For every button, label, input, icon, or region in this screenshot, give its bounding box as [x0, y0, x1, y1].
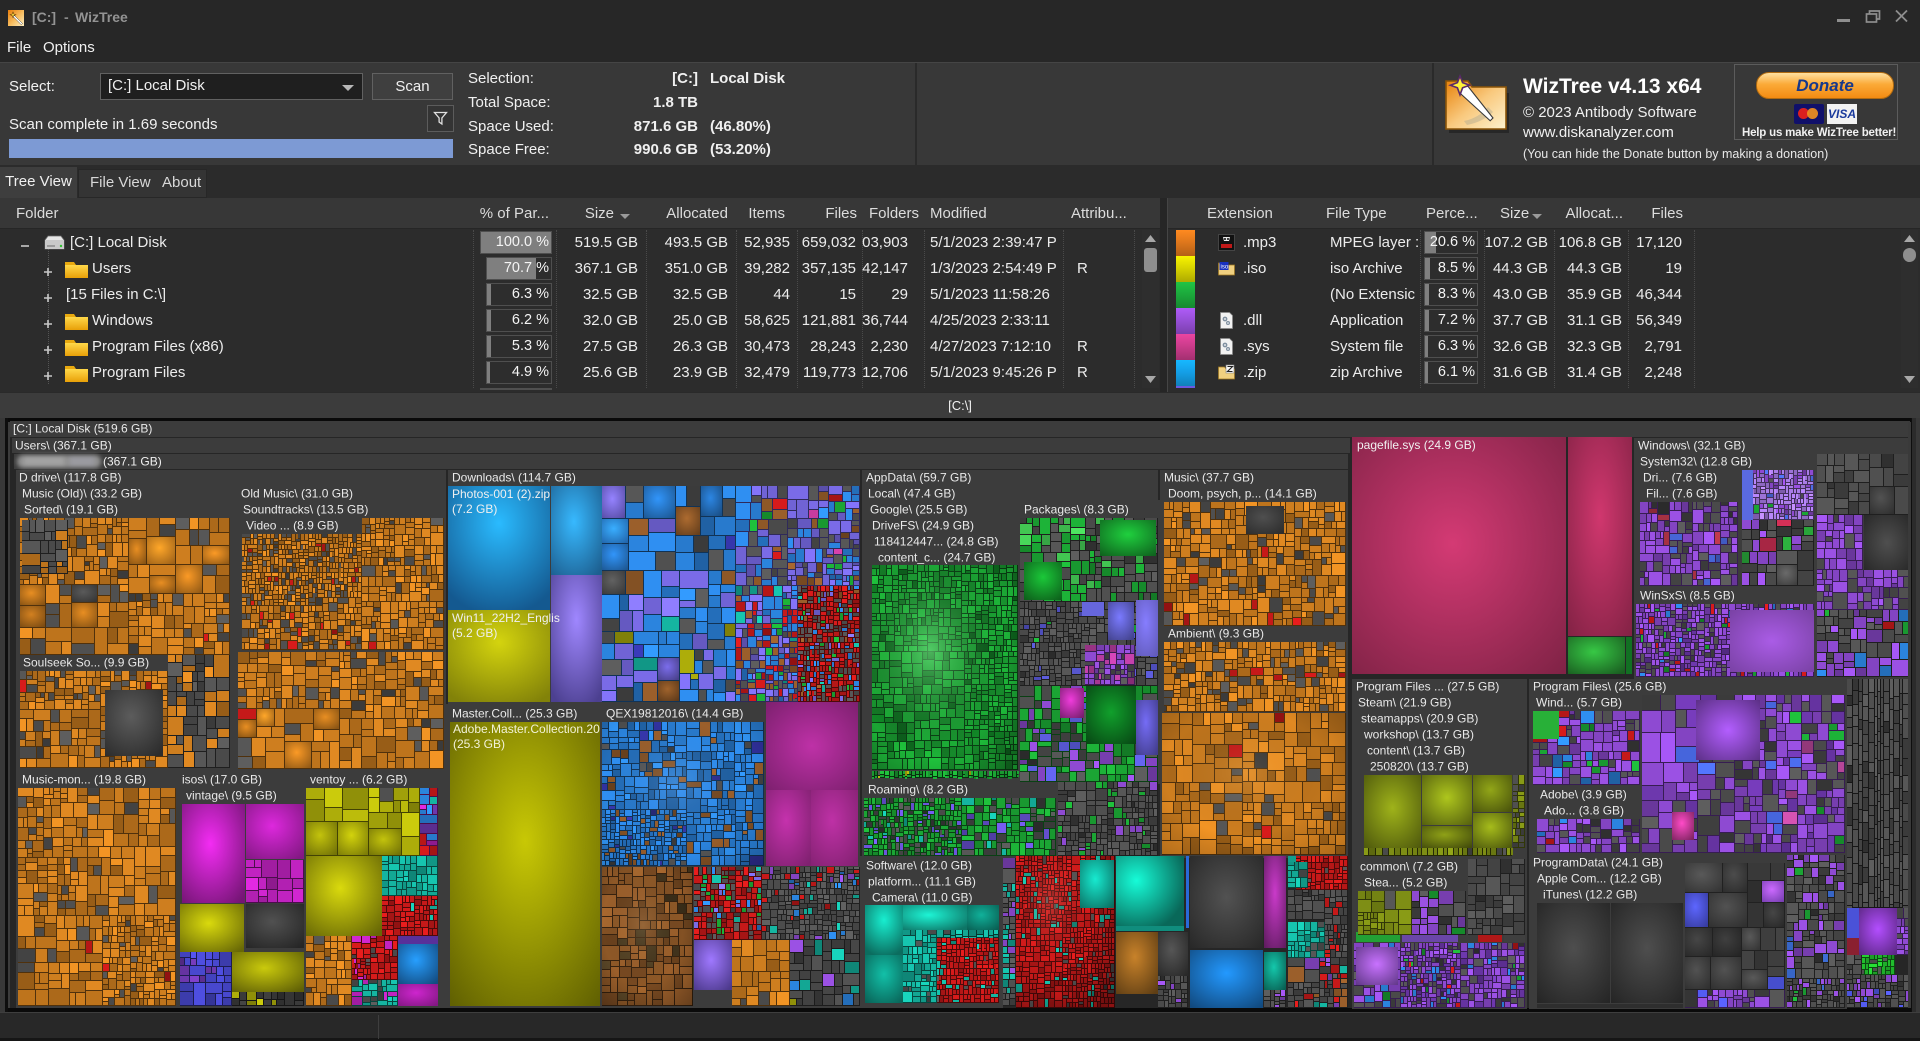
- svg-text:QEX19812016\ (14.4 GB): QEX19812016\ (14.4 GB): [606, 707, 743, 721]
- svg-text:Master.Coll... (25.3 GB): Master.Coll... (25.3 GB): [452, 707, 577, 721]
- svg-text:Program Files\ (25.6 GB): Program Files\ (25.6 GB): [1533, 680, 1666, 694]
- svg-text:Music-mon... (19.8 GB): Music-mon... (19.8 GB): [22, 773, 146, 787]
- svg-text:pagefile.sys (24.9 GB): pagefile.sys (24.9 GB): [1357, 438, 1476, 452]
- svg-text:118412447... (24.8 GB): 118412447... (24.8 GB): [874, 535, 999, 549]
- svg-text:vintage\ (9.5 GB): vintage\ (9.5 GB): [186, 789, 277, 803]
- svg-text:(25.3 GB): (25.3 GB): [453, 737, 505, 751]
- svg-text:Steam\ (21.9 GB): Steam\ (21.9 GB): [1358, 696, 1451, 710]
- svg-text:System32\ (12.8 GB): System32\ (12.8 GB): [1640, 455, 1752, 469]
- svg-text:Dri... (7.6 GB): Dri... (7.6 GB): [1643, 471, 1717, 485]
- svg-text:Packages\ (8.3 GB): Packages\ (8.3 GB): [1024, 503, 1129, 517]
- svg-text:Soundtracks\ (13.5 GB): Soundtracks\ (13.5 GB): [243, 503, 368, 517]
- svg-text:Doom, psych, p... (14.1 GB): Doom, psych, p... (14.1 GB): [1168, 487, 1317, 501]
- svg-text:ventoy ... (6.2 GB): ventoy ... (6.2 GB): [310, 773, 407, 787]
- svg-text:iso: iso: [1221, 265, 1229, 271]
- svg-text:Soulseek So... (9.9 GB): Soulseek So... (9.9 GB): [23, 656, 149, 670]
- svg-text:Old Music\ (31.0 GB): Old Music\ (31.0 GB): [241, 487, 353, 501]
- svg-text:Users\ (367.1 GB): Users\ (367.1 GB): [15, 439, 112, 453]
- svg-text:Windows\ (32.1 GB): Windows\ (32.1 GB): [1638, 439, 1745, 453]
- svg-text:steamapps\ (20.9 GB): steamapps\ (20.9 GB): [1361, 712, 1478, 726]
- svg-text:D drive\ (117.8 GB): D drive\ (117.8 GB): [19, 471, 121, 485]
- svg-text:(7.2 GB): (7.2 GB): [452, 502, 497, 516]
- svg-text:Adobe\ (3.9 GB): Adobe\ (3.9 GB): [1540, 788, 1627, 802]
- svg-text:Music (Old)\ (33.2 GB): Music (Old)\ (33.2 GB): [22, 487, 142, 501]
- svg-text:ProgramData\ (24.1 GB): ProgramData\ (24.1 GB): [1533, 856, 1663, 870]
- svg-text:Adobe.Master.Collection.20: Adobe.Master.Collection.20: [453, 722, 600, 736]
- svg-text:(367.1 GB): (367.1 GB): [103, 455, 162, 469]
- svg-text:Apple Com... (12.2 GB): Apple Com... (12.2 GB): [1537, 872, 1662, 886]
- svg-text:Wind... (5.7 GB): Wind... (5.7 GB): [1536, 696, 1622, 710]
- svg-text:common\ (7.2 GB): common\ (7.2 GB): [1360, 860, 1458, 874]
- svg-text:Downloads\ (114.7 GB): Downloads\ (114.7 GB): [452, 471, 576, 485]
- svg-text:Local\ (47.4 GB): Local\ (47.4 GB): [868, 487, 955, 501]
- svg-text:Camera\ (11.0 GB): Camera\ (11.0 GB): [872, 891, 972, 905]
- svg-text:Sorted\ (19.1 GB): Sorted\ (19.1 GB): [24, 503, 118, 517]
- svg-text:(5.2 GB): (5.2 GB): [452, 626, 497, 640]
- svg-text:Music\ (37.7 GB): Music\ (37.7 GB): [1164, 471, 1254, 485]
- svg-text:Ambient\ (9.3 GB): Ambient\ (9.3 GB): [1168, 627, 1264, 641]
- svg-text:Stea... (5.2 GB): Stea... (5.2 GB): [1364, 876, 1447, 890]
- svg-text:workshop\ (13.7 GB): workshop\ (13.7 GB): [1363, 728, 1474, 742]
- svg-text:content\ (13.7 GB): content\ (13.7 GB): [1367, 744, 1465, 758]
- svg-text:iTunes\ (12.2 GB): iTunes\ (12.2 GB): [1543, 888, 1637, 902]
- svg-text:Fil... (7.6 GB): Fil... (7.6 GB): [1646, 487, 1717, 501]
- svg-text:isos\ (17.0 GB): isos\ (17.0 GB): [182, 773, 262, 787]
- svg-text:DriveFS\ (24.9 GB): DriveFS\ (24.9 GB): [872, 519, 974, 533]
- svg-text:Software\ (12.0 GB): Software\ (12.0 GB): [866, 859, 972, 873]
- svg-text:Video ... (8.9 GB): Video ... (8.9 GB): [246, 519, 339, 533]
- svg-text:AppData\ (59.7 GB): AppData\ (59.7 GB): [866, 471, 971, 485]
- svg-text:[C:] Local Disk (519.6 GB): [C:] Local Disk (519.6 GB): [13, 422, 152, 436]
- svg-text:Roaming\ (8.2 GB): Roaming\ (8.2 GB): [868, 783, 968, 797]
- svg-text:Photos-001 (2).zip: Photos-001 (2).zip: [452, 487, 550, 501]
- svg-text:Program Files ... (27.5 GB): Program Files ... (27.5 GB): [1356, 680, 1499, 694]
- svg-text:platform... (11.1 GB): platform... (11.1 GB): [868, 875, 976, 889]
- svg-text:WinSxS\ (8.5 GB): WinSxS\ (8.5 GB): [1640, 589, 1735, 603]
- svg-text:250820\ (13.7 GB): 250820\ (13.7 GB): [1370, 760, 1469, 774]
- svg-text:Win11_22H2_Englis: Win11_22H2_Englis: [452, 611, 560, 625]
- svg-text:Ado... (3.8 GB): Ado... (3.8 GB): [1544, 804, 1624, 818]
- svg-text:content_c... (24.7 GB): content_c... (24.7 GB): [878, 551, 995, 565]
- svg-text:Google\ (25.5 GB): Google\ (25.5 GB): [870, 503, 967, 517]
